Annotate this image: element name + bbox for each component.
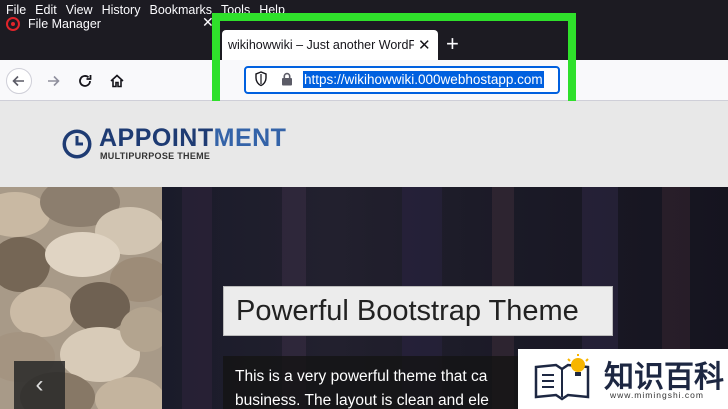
arrow-right-icon	[48, 75, 60, 87]
tab-title: File Manager	[28, 17, 101, 31]
reload-icon	[79, 75, 92, 87]
annotation-highlight-box	[212, 13, 576, 111]
home-button[interactable]	[104, 68, 130, 94]
book-lightbulb-icon	[534, 354, 590, 401]
back-button[interactable]	[6, 68, 32, 94]
forward-button[interactable]	[40, 68, 66, 94]
reload-button[interactable]	[72, 68, 98, 94]
filezilla-favicon-icon	[6, 17, 20, 31]
clock-logo-icon[interactable]	[60, 127, 94, 161]
site-logo-title[interactable]: APPOINTMENT	[99, 124, 286, 153]
slider-prev-button[interactable]: ‹	[14, 361, 65, 409]
logo-title-part2: MENT	[213, 124, 287, 152]
slide-description: This is a very powerful theme that ca bu…	[223, 356, 523, 409]
slide-description-line: This is a very powerful theme that ca	[235, 368, 488, 385]
logo-title-part1: APPOINT	[99, 124, 214, 152]
arrow-left-icon	[12, 75, 24, 87]
tab-file-manager[interactable]: File Manager ✕	[6, 12, 214, 36]
site-logo-subtitle: MULTIPURPOSE THEME	[100, 151, 211, 161]
slide-title: Powerful Bootstrap Theme	[223, 286, 613, 336]
menu-history[interactable]: History	[102, 3, 141, 17]
watermark-url: www.mimingshi.com	[610, 390, 704, 400]
home-icon	[110, 74, 124, 88]
slide-description-line: business. The layout is clean and ele	[235, 392, 489, 409]
